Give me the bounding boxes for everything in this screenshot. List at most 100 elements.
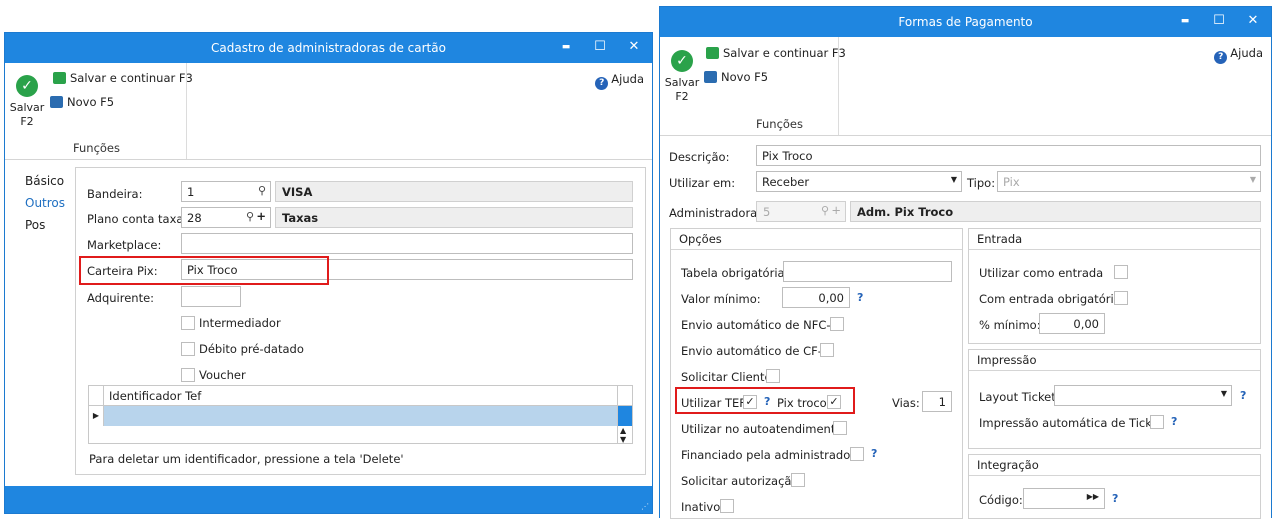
- financiado-checkbox[interactable]: [850, 447, 864, 461]
- save-shortcut: F2: [20, 115, 34, 128]
- ribbon: ✓ Salvar F2 Salvar e continuar F3 Novo F…: [660, 37, 1271, 136]
- cfe-label: Envio automático de CF-e: [681, 344, 829, 358]
- marketplace-label: Marketplace:: [87, 238, 162, 252]
- administradora-name: Adm. Pix Troco: [850, 201, 1261, 222]
- grid-column-header[interactable]: Identificador Tef: [109, 389, 201, 403]
- help-icon[interactable]: ?: [857, 291, 863, 304]
- intermediador-checkbox[interactable]: [181, 316, 195, 330]
- save-button[interactable]: ✓ Salvar F2: [664, 50, 700, 104]
- impressao-auto-checkbox[interactable]: [1150, 415, 1164, 429]
- help-icon[interactable]: ?: [1112, 492, 1118, 505]
- inativo-checkbox[interactable]: [720, 499, 734, 513]
- tipo-select[interactable]: Pix ▼: [997, 171, 1261, 192]
- descricao-input[interactable]: Pix Troco: [756, 145, 1261, 166]
- ribbon-separator: [838, 37, 839, 135]
- scroll-down-icon[interactable]: ▼: [620, 435, 626, 444]
- percentual-minimo-label: % mínimo:: [979, 318, 1041, 332]
- tab-basico[interactable]: Básico: [25, 174, 64, 188]
- inativo-label: Inativo: [681, 500, 721, 514]
- save-continue-button[interactable]: Salvar e continuar F3: [53, 71, 193, 85]
- status-bar: ⋰: [5, 486, 652, 513]
- bandeira-name: VISA: [275, 181, 633, 202]
- help-button[interactable]: ? Ajuda: [595, 72, 644, 90]
- add-icon[interactable]: +: [831, 203, 841, 217]
- help-icon: ?: [1214, 51, 1228, 64]
- plano-conta-name: Taxas: [275, 207, 633, 228]
- table-row[interactable]: ▶: [89, 406, 617, 426]
- valor-minimo-input[interactable]: 0,00: [782, 287, 850, 308]
- tab-pos[interactable]: Pos: [25, 218, 45, 232]
- close-button[interactable]: ✕: [624, 39, 644, 54]
- maximize-button[interactable]: ☐: [590, 39, 610, 54]
- administradora-code-input[interactable]: 5 ⚲ +: [756, 201, 846, 222]
- layout-ticket-label: Layout Ticket:: [979, 390, 1060, 404]
- com-entrada-checkbox[interactable]: [1114, 291, 1128, 305]
- cfe-checkbox[interactable]: [820, 343, 834, 357]
- intermediador-label: Intermediador: [199, 316, 281, 330]
- utilizar-em-label: Utilizar em:: [669, 176, 736, 190]
- bandeira-code-input[interactable]: 1 ⚲: [181, 181, 271, 202]
- close-button[interactable]: ✕: [1243, 13, 1263, 28]
- search-icon[interactable]: ⚲: [821, 204, 829, 217]
- entrada-title: Entrada: [969, 229, 1260, 250]
- fast-forward-icon[interactable]: ▶▶: [1087, 492, 1099, 501]
- chevron-down-icon[interactable]: ▼: [1221, 389, 1227, 398]
- help-icon[interactable]: ?: [1171, 415, 1177, 428]
- new-button[interactable]: Novo F5: [704, 70, 768, 84]
- tab-outros[interactable]: Outros: [25, 196, 65, 210]
- identificador-tef-grid[interactable]: Identificador Tef ▶ ▲ ▼: [88, 385, 633, 444]
- minimize-button[interactable]: ▬: [556, 42, 576, 52]
- com-entrada-label: Com entrada obrigatória: [979, 292, 1121, 306]
- help-icon[interactable]: ?: [1240, 389, 1246, 402]
- save-continue-button[interactable]: Salvar e continuar F3: [706, 46, 846, 60]
- highlight-box: [79, 256, 329, 285]
- grid-header-row: Identificador Tef: [89, 386, 632, 406]
- bandeira-label: Bandeira:: [87, 187, 143, 201]
- voucher-label: Voucher: [199, 368, 246, 382]
- vias-input[interactable]: 1: [922, 391, 952, 412]
- chevron-down-icon[interactable]: ▼: [951, 175, 957, 184]
- add-icon[interactable]: +: [256, 209, 266, 223]
- layout-ticket-select[interactable]: ▼: [1054, 385, 1232, 406]
- utilizar-em-select[interactable]: Receber ▼: [756, 171, 962, 192]
- help-button[interactable]: ? Ajuda: [1214, 46, 1263, 64]
- adquirente-input[interactable]: [181, 286, 241, 307]
- integracao-title: Integração: [969, 455, 1260, 476]
- save-continue-icon: [706, 47, 719, 59]
- adquirente-label: Adquirente:: [87, 291, 155, 305]
- nfce-checkbox[interactable]: [830, 317, 844, 331]
- minimize-button[interactable]: ▬: [1175, 16, 1195, 26]
- debito-predatado-checkbox[interactable]: [181, 342, 195, 356]
- integracao-panel: Integração: [968, 454, 1261, 519]
- utilizar-entrada-checkbox[interactable]: [1114, 265, 1128, 279]
- descricao-label: Descrição:: [669, 150, 730, 164]
- scrollbar[interactable]: ▲ ▼: [617, 406, 632, 444]
- plano-conta-code-input[interactable]: 28 ⚲ +: [181, 207, 271, 228]
- marketplace-input[interactable]: [181, 233, 633, 254]
- codigo-input[interactable]: ▶▶: [1023, 488, 1105, 509]
- voucher-checkbox[interactable]: [181, 368, 195, 382]
- title-bar: Formas de Pagamento ▬ ☐ ✕: [660, 7, 1271, 37]
- help-icon[interactable]: ?: [871, 447, 877, 460]
- maximize-button[interactable]: ☐: [1209, 13, 1229, 28]
- row-pointer-icon: ▶: [89, 406, 104, 426]
- check-icon: ✓: [671, 50, 693, 72]
- scroll-thumb[interactable]: [618, 406, 632, 426]
- solicitar-cliente-checkbox[interactable]: [766, 369, 780, 383]
- ribbon-group-label: Funções: [73, 141, 120, 155]
- autoatendimento-checkbox[interactable]: [833, 421, 847, 435]
- chevron-down-icon[interactable]: ▼: [1250, 175, 1256, 184]
- tabela-obrigatoria-input[interactable]: [783, 261, 952, 282]
- plano-conta-label: Plano conta taxa:: [87, 212, 188, 226]
- search-icon[interactable]: ⚲: [246, 210, 254, 223]
- check-icon: ✓: [16, 75, 38, 97]
- save-label: Salvar: [664, 76, 700, 89]
- scroll-up-icon[interactable]: ▲: [620, 426, 626, 435]
- save-button[interactable]: ✓ Salvar F2: [9, 75, 45, 129]
- search-icon[interactable]: ⚲: [258, 184, 266, 197]
- new-button[interactable]: Novo F5: [50, 95, 114, 109]
- resize-grip-icon[interactable]: ⋰: [641, 502, 649, 511]
- administradora-label: Administradora:: [669, 206, 762, 220]
- percentual-minimo-input[interactable]: 0,00: [1039, 313, 1105, 334]
- solicitar-autorizacao-checkbox[interactable]: [791, 473, 805, 487]
